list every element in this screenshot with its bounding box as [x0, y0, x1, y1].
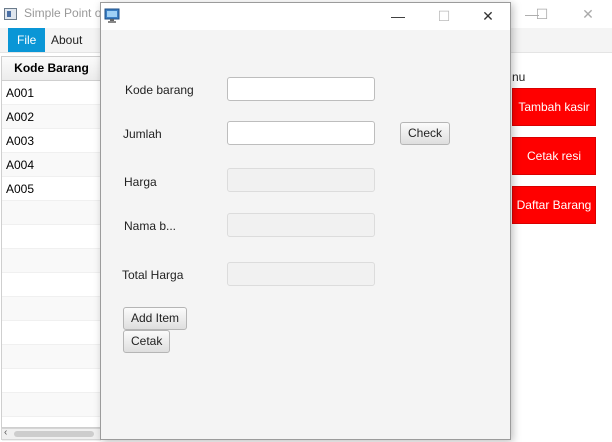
- table-row[interactable]: [2, 225, 101, 249]
- table-row[interactable]: [2, 369, 101, 393]
- side-menu-label: nu: [512, 70, 526, 84]
- menu-file[interactable]: File: [8, 28, 46, 52]
- table-row[interactable]: [2, 393, 101, 417]
- main-window-title: Simple Point o: [24, 6, 102, 20]
- table-row[interactable]: [2, 321, 101, 345]
- total-harga-label: Total Harga: [122, 268, 184, 282]
- table-row[interactable]: A002: [2, 105, 101, 129]
- app-window-icon: [4, 8, 17, 20]
- main-maximize-button[interactable]: ☐: [530, 4, 554, 24]
- scrollbar-thumb[interactable]: [14, 431, 94, 437]
- dialog-minimize-button[interactable]: —: [385, 6, 411, 26]
- add-item-dialog: — ☐ ✕ Kode barang Jumlah Check Harga Nam…: [100, 2, 511, 440]
- table-row[interactable]: [2, 201, 101, 225]
- scroll-left-arrow-icon[interactable]: ‹: [4, 427, 7, 438]
- horizontal-scrollbar[interactable]: ‹: [1, 427, 102, 440]
- cetak-resi-button[interactable]: Cetak resi: [512, 137, 596, 175]
- daftar-barang-button[interactable]: Daftar Barang: [512, 186, 596, 224]
- table-row[interactable]: [2, 273, 101, 297]
- harga-label: Harga: [124, 175, 157, 189]
- table-row[interactable]: [2, 297, 101, 321]
- table-row[interactable]: [2, 249, 101, 273]
- kode-barang-label: Kode barang: [125, 83, 194, 97]
- table-row[interactable]: A005: [2, 177, 101, 201]
- main-close-button[interactable]: ✕: [576, 4, 600, 24]
- table-body: A001 A002 A003 A004 A005: [2, 81, 101, 441]
- jumlah-input[interactable]: [227, 121, 375, 145]
- tambah-kasir-button[interactable]: Tambah kasir: [512, 88, 596, 126]
- dialog-titlebar[interactable]: — ☐ ✕: [101, 3, 510, 30]
- menu-about[interactable]: About: [42, 28, 91, 52]
- table-header-kode-barang[interactable]: Kode Barang: [2, 57, 101, 81]
- dialog-maximize-button[interactable]: ☐: [431, 6, 457, 26]
- table-row[interactable]: [2, 345, 101, 369]
- table-row[interactable]: A001: [2, 81, 101, 105]
- dialog-close-button[interactable]: ✕: [475, 6, 501, 26]
- kode-barang-table[interactable]: Kode Barang A001 A002 A003 A004 A005: [1, 56, 102, 441]
- table-row[interactable]: A004: [2, 153, 101, 177]
- cetak-button[interactable]: Cetak: [123, 330, 171, 353]
- kode-barang-input[interactable]: [227, 77, 375, 101]
- jumlah-label: Jumlah: [123, 127, 162, 141]
- check-button[interactable]: Check: [400, 122, 451, 145]
- table-row[interactable]: A003: [2, 129, 101, 153]
- monitor-icon: [104, 8, 120, 23]
- total-harga-input: [227, 262, 375, 286]
- add-item-button[interactable]: Add Item: [123, 307, 188, 330]
- nama-barang-label: Nama b...: [124, 219, 177, 233]
- nama-barang-input: [227, 213, 375, 237]
- harga-input: [227, 168, 375, 192]
